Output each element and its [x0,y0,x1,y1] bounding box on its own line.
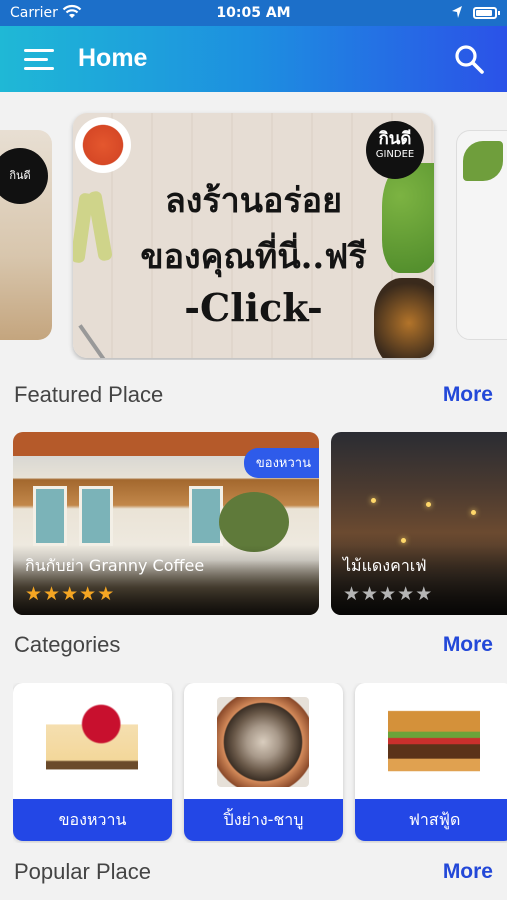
banner-next[interactable] [456,130,507,340]
dessert-image [46,697,138,787]
star-icon: ★ [79,583,98,605]
category-label: ปิ้งย่าง-ชาบู [184,799,343,841]
place-photo-detail [219,492,289,552]
place-name: กินกับย่า Granny Coffee [25,556,205,575]
featured-section-title: Featured Place [14,382,164,407]
gindee-logo: กินดี GINDEE [366,121,424,179]
category-tag: ของหวาน [243,448,319,478]
clock: 10:05 AM [216,5,291,21]
star-icon: ★ [61,583,80,605]
location-arrow-icon [452,6,462,18]
categories-section-title: Categories [14,632,121,657]
banner-headline-line-1: ลงร้านอร่อย [164,181,343,221]
place-card[interactable]: ของหวาน กินกับย่า Granny Coffee ★★★★★ [13,432,319,615]
leaf-image [463,141,503,181]
banner-previous[interactable]: กินดี [0,130,52,340]
categories-list[interactable]: ของหวาน ปิ้งย่าง-ชาบู ฟาสฟู้ด [13,683,507,843]
star-icon: ★ [43,583,62,605]
place-photo-detail [33,486,67,546]
search-icon[interactable] [453,43,485,75]
place-name: ไม้แดงคาเฟ่ [343,556,427,575]
category-card-dessert[interactable]: ของหวาน [13,683,172,841]
category-label: ของหวาน [13,799,172,841]
category-card-bbq[interactable]: ปิ้งย่าง-ชาบู [184,683,343,841]
page-title: Home [78,44,148,72]
gindee-logo-small: กินดี [0,148,48,204]
banner-headline-line-3: -Click- [184,285,323,330]
place-photo-detail [189,486,223,546]
categories-more-link[interactable]: More [443,633,493,657]
hamburger-menu-icon[interactable] [24,49,54,71]
banner-carousel[interactable]: กินดี กินดี GINDEE ลงร้านอร่อย ของคุณที่… [0,110,507,360]
featured-more-link[interactable]: More [443,383,493,407]
category-label: ฟาสฟู้ด [355,799,507,841]
featured-places-list[interactable]: ของหวาน กินกับย่า Granny Coffee ★★★★★ ไม… [13,432,507,616]
star-icon: ★ [97,583,116,605]
battery-icon [473,7,500,19]
place-photo-detail [79,486,113,546]
status-bar: Carrier 10:05 AM [0,0,507,26]
star-icon: ★ [397,583,416,605]
fastfood-image [388,697,480,787]
star-icon: ★ [379,583,398,605]
star-icon: ★ [415,583,434,605]
rating-stars: ★★★★★ [25,583,115,605]
star-icon: ★ [361,583,380,605]
promo-banner[interactable]: กินดี GINDEE ลงร้านอร่อย ของคุณที่นี่..ฟ… [73,113,434,358]
popular-section-title: Popular Place [14,859,151,884]
star-icon: ★ [343,583,362,605]
star-icon: ★ [25,583,44,605]
bbq-image [217,697,309,787]
banner-headline-line-2: ของคุณที่นี่..ฟรี [140,237,367,277]
popular-more-link[interactable]: More [443,860,493,884]
place-photo-detail [401,538,406,543]
top-nav-bar: Home [0,26,507,92]
place-photo-detail [471,510,476,515]
rating-stars: ★★★★★ [343,583,433,605]
place-photo-detail [426,502,431,507]
chili-bowl-image [75,117,131,173]
category-card-fastfood[interactable]: ฟาสฟู้ด [355,683,507,841]
place-photo-detail [371,498,376,503]
place-card[interactable]: ไม้แดงคาเฟ่ ★★★★★ [331,432,507,615]
